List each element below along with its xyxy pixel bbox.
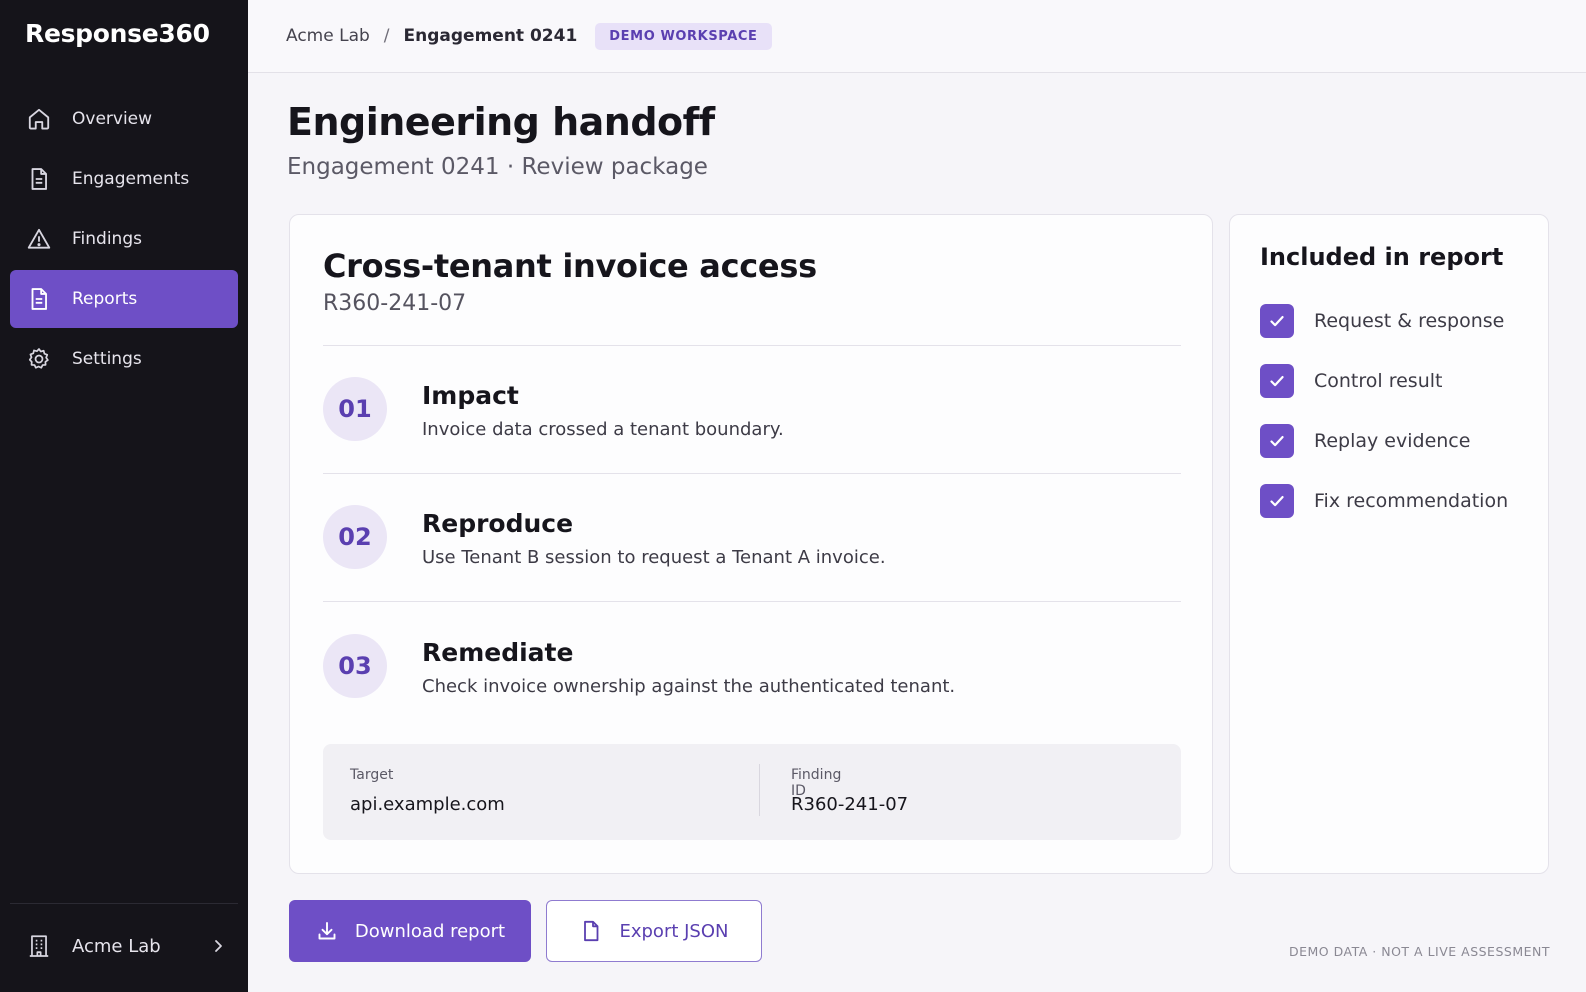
file-icon (579, 919, 603, 943)
meta-value: R360-241-07 (791, 794, 909, 815)
step-number: 02 (323, 505, 387, 569)
home-icon (26, 106, 52, 132)
include-fix-recommendation[interactable]: Fix recommendation (1260, 484, 1508, 518)
sidebar-item-engagements[interactable]: Engagements (10, 150, 238, 208)
checkbox-label: Replay evidence (1314, 430, 1471, 452)
org-switcher[interactable]: Acme Lab (26, 921, 226, 971)
finding-id: R360-241-07 (323, 291, 467, 316)
report-contents-title: Included in report (1260, 243, 1504, 271)
export-json-label: Export JSON (619, 920, 729, 942)
report-icon (26, 286, 52, 312)
meta-label: Target (350, 767, 394, 783)
checkbox-label: Control result (1314, 370, 1443, 392)
step-reproduce: 02 Reproduce Use Tenant B session to req… (323, 495, 1181, 595)
page-subtitle: Engagement 0241 · Review package (287, 154, 708, 180)
breadcrumb-org[interactable]: Acme Lab (286, 26, 370, 46)
brand-logo: Response360 (25, 19, 210, 48)
document-icon (26, 166, 52, 192)
sidebar-item-label: Settings (72, 349, 142, 369)
step-number: 03 (323, 634, 387, 698)
sidebar-item-label: Reports (72, 289, 138, 309)
checkbox-label: Request & response (1314, 310, 1505, 332)
step-title: Remediate (422, 638, 574, 667)
chevron-right-icon (210, 938, 226, 954)
sidebar-item-reports[interactable]: Reports (10, 270, 238, 328)
export-json-button[interactable]: Export JSON (546, 900, 762, 962)
warning-icon (26, 226, 52, 252)
org-label: Acme Lab (72, 935, 161, 957)
divider (323, 345, 1181, 346)
breadcrumb: Acme Lab / Engagement 0241 (286, 26, 577, 46)
building-icon (26, 933, 52, 959)
step-description: Check invoice ownership against the auth… (422, 676, 956, 697)
step-description: Use Tenant B session to request a Tenant… (422, 547, 886, 568)
sidebar-nav: Overview Engagements Findings Reports Se… (10, 90, 238, 390)
sidebar-item-overview[interactable]: Overview (10, 90, 238, 148)
step-title: Reproduce (422, 509, 574, 538)
demo-footnote: DEMO DATA · NOT A LIVE ASSESSMENT (1289, 944, 1550, 959)
checkbox-label: Fix recommendation (1314, 490, 1509, 512)
step-number: 01 (323, 377, 387, 441)
finding-card: Cross-tenant invoice access R360-241-07 … (289, 214, 1213, 874)
workspace-badge: DEMO WORKSPACE (595, 22, 772, 50)
finding-meta: Target api.example.com Finding ID R360-2… (323, 744, 1181, 840)
download-report-label: Download report (354, 920, 506, 942)
step-impact: 01 Impact Invoice data crossed a tenant … (323, 367, 1181, 467)
download-report-button[interactable]: Download report (289, 900, 531, 962)
report-contents-card: Included in report Request & response Co… (1229, 214, 1549, 874)
step-description: Invoice data crossed a tenant boundary. (422, 419, 784, 440)
step-title: Impact (422, 381, 519, 410)
sidebar-item-label: Engagements (72, 169, 190, 189)
page-title: Engineering handoff (287, 100, 715, 144)
sidebar-item-label: Findings (72, 229, 142, 249)
sidebar: Response360 Overview Engagements Finding… (0, 0, 248, 992)
checkbox-checked-icon[interactable] (1260, 424, 1294, 458)
checkbox-checked-icon[interactable] (1260, 484, 1294, 518)
finding-title: Cross-tenant invoice access (323, 247, 817, 285)
checkbox-checked-icon[interactable] (1260, 304, 1294, 338)
include-replay-evidence[interactable]: Replay evidence (1260, 424, 1470, 458)
download-icon (315, 919, 339, 943)
step-remediate: 03 Remediate Check invoice ownership aga… (323, 624, 1181, 724)
topbar: Acme Lab / Engagement 0241 DEMO WORKSPAC… (248, 0, 1586, 73)
sidebar-item-findings[interactable]: Findings (10, 210, 238, 268)
meta-value: api.example.com (350, 794, 505, 815)
include-control-result[interactable]: Control result (1260, 364, 1442, 398)
gear-icon (26, 346, 52, 372)
sidebar-item-settings[interactable]: Settings (10, 330, 238, 388)
include-request-response[interactable]: Request & response (1260, 304, 1504, 338)
divider (323, 601, 1181, 602)
divider (323, 473, 1181, 474)
sidebar-item-label: Overview (72, 109, 153, 129)
meta-divider (759, 764, 760, 816)
breadcrumb-separator: / (383, 26, 390, 46)
checkbox-checked-icon[interactable] (1260, 364, 1294, 398)
sidebar-divider (10, 903, 238, 904)
breadcrumb-engagement[interactable]: Engagement 0241 (404, 26, 578, 46)
